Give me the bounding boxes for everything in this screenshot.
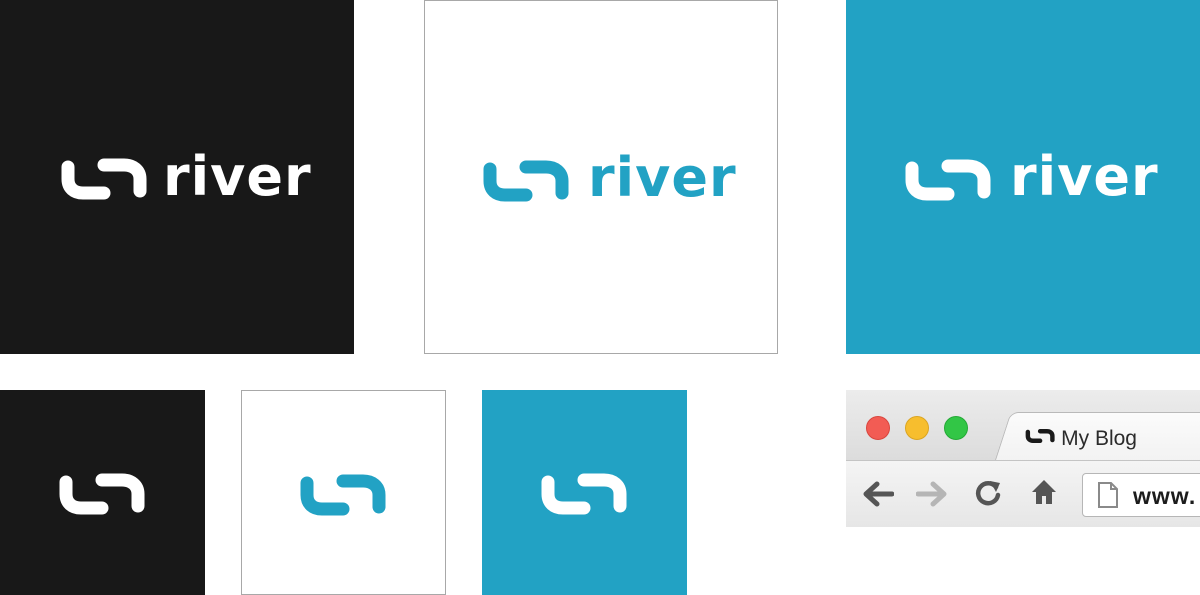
url-text: www. <box>1133 483 1197 509</box>
river-wave-icon <box>905 159 991 201</box>
minimize-window-button[interactable] <box>905 416 929 440</box>
forward-arrow-icon[interactable] <box>916 481 948 507</box>
browser-toolbar: www. <box>846 460 1200 527</box>
logo-lockup: river <box>846 0 1200 354</box>
light-icon-panel <box>241 390 446 595</box>
blue-logo-panel: river <box>846 0 1200 354</box>
home-icon[interactable] <box>1030 478 1058 506</box>
blue-icon-panel <box>482 390 687 595</box>
wordmark: river <box>163 145 312 208</box>
river-wave-icon <box>300 474 386 516</box>
wordmark: river <box>588 146 737 209</box>
river-wave-icon <box>61 158 147 200</box>
wordmark: river <box>1010 145 1159 208</box>
back-arrow-icon[interactable] <box>862 481 894 507</box>
tab-title: My Blog <box>1061 427 1137 450</box>
logo-lockup: river <box>425 1 777 353</box>
maximize-window-button[interactable] <box>944 416 968 440</box>
address-bar[interactable]: www. <box>1082 473 1200 517</box>
reload-icon[interactable] <box>974 479 1002 507</box>
logo-lockup: river <box>0 0 354 354</box>
river-wave-icon <box>59 473 145 515</box>
dark-icon-panel <box>0 390 205 595</box>
river-wave-icon <box>1025 429 1055 443</box>
browser-tab[interactable]: My Blog <box>994 412 1200 463</box>
page-icon <box>1098 482 1118 508</box>
dark-logo-panel: river <box>0 0 354 354</box>
river-wave-icon <box>541 473 627 515</box>
browser-mockup: My Blog www. <box>846 390 1200 527</box>
light-logo-panel: river <box>424 0 778 354</box>
browser-tab-bar: My Blog <box>846 390 1200 463</box>
river-wave-icon <box>483 160 569 202</box>
close-window-button[interactable] <box>866 416 890 440</box>
